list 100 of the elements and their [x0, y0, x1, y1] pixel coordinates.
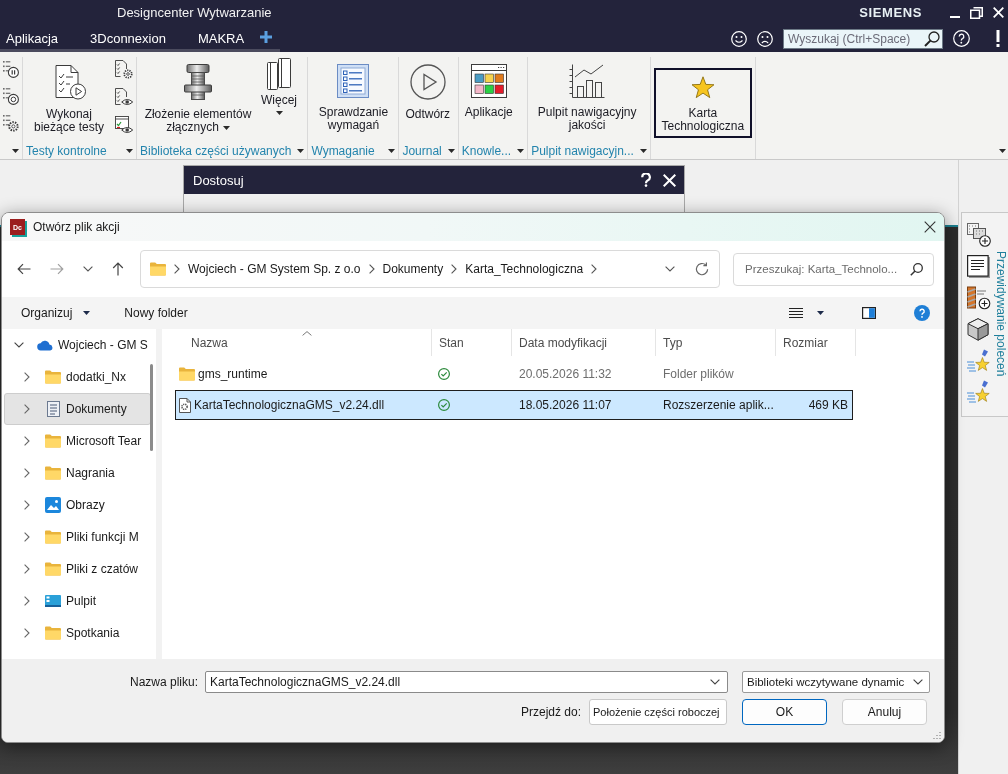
caret-icon[interactable] — [12, 148, 19, 153]
breadcrumb[interactable]: Wojciech - GM System Sp. z o.o — [188, 262, 361, 276]
chevron-right-icon[interactable] — [368, 264, 375, 274]
ribbon-button[interactable]: Aplikacje — [461, 58, 516, 124]
add-tab-icon[interactable] — [260, 31, 273, 43]
list-gear-icon[interactable] — [3, 114, 19, 132]
restore-icon[interactable] — [970, 6, 983, 19]
ribbon-button[interactable]: Wykonaj bieżące testy — [26, 58, 112, 139]
help-icon[interactable] — [641, 173, 651, 187]
caret-icon[interactable] — [817, 311, 824, 315]
chevron-right-icon[interactable] — [24, 596, 30, 606]
caret-icon[interactable] — [388, 148, 396, 153]
text-lines-icon[interactable] — [967, 255, 990, 278]
caret-icon[interactable] — [126, 148, 133, 153]
ribbon-button[interactable]: Złożenie elementów złącznych — [140, 58, 256, 139]
address-bar[interactable]: Wojciech - GM System Sp. z o.o Dokumenty Karta_Technologiczna — [140, 250, 720, 288]
nav-item[interactable]: Obrazy — [4, 489, 151, 521]
document-eye-icon[interactable] — [115, 88, 133, 107]
chevron-right-icon[interactable] — [24, 500, 30, 510]
resize-grip-icon[interactable] — [933, 731, 941, 739]
ribbon-menu-button[interactable]: Więcej — [259, 58, 299, 115]
refresh-icon[interactable] — [695, 262, 709, 276]
file-row[interactable]: KartaTechnologicznaGMS_v2.24.dll 18.05.2026 11:07 Rozszerzenie aplik... 469 KB — [175, 390, 853, 420]
caret-icon[interactable] — [297, 148, 305, 153]
menu-tab[interactable]: 3Dconnexion — [74, 25, 182, 49]
pictures-icon — [45, 497, 61, 513]
folder-icon — [45, 626, 61, 640]
list-view-icon[interactable] — [789, 308, 803, 318]
filename-field[interactable]: KartaTechnologicznaGMS_v2.24.dll — [205, 671, 728, 693]
ribbon-button[interactable]: Pulpit nawigacyjny jakości — [531, 58, 644, 137]
bolt-nut-icon — [183, 64, 213, 100]
smiley-icon[interactable] — [731, 30, 747, 47]
menu-tab[interactable]: MAKRA — [181, 25, 261, 49]
menu-tab[interactable]: Aplikacja — [0, 25, 75, 49]
chevron-right-icon[interactable] — [174, 264, 180, 274]
window-eye-icon[interactable] — [115, 116, 133, 135]
caret-icon[interactable] — [517, 148, 525, 153]
new-folder-button[interactable]: Nowy folder — [117, 306, 195, 320]
nav-item[interactable]: dodatki_Nx — [4, 361, 151, 393]
chevron-down-icon[interactable] — [665, 266, 675, 272]
star-lines-icon[interactable] — [967, 349, 991, 372]
folder-icon — [150, 262, 166, 276]
nav-item[interactable]: Pulpit — [4, 585, 151, 617]
caret-icon[interactable] — [639, 148, 647, 153]
close-icon[interactable] — [924, 221, 936, 233]
scrollbar-thumb[interactable] — [150, 364, 153, 451]
location-dropdown[interactable]: Położenie części roboczej — [589, 699, 727, 725]
nav-item[interactable]: Nagrania — [4, 457, 151, 489]
block-plus-icon[interactable] — [967, 286, 991, 310]
preview-pane-icon[interactable] — [862, 307, 876, 319]
ribbon-button[interactable]: Karta Technologiczna — [653, 68, 752, 138]
back-arrow-icon[interactable] — [17, 263, 31, 275]
document-gear-icon[interactable] — [115, 60, 133, 79]
chevron-right-icon[interactable] — [451, 264, 458, 274]
ribbon-button[interactable]: Sprawdzanie wymagań — [311, 58, 396, 137]
cube-icon[interactable] — [967, 318, 989, 341]
nav-item[interactable]: Pliki funkcji M — [4, 521, 151, 553]
search-field[interactable]: Wyszukaj (Ctrl+Space) — [783, 28, 943, 49]
up-arrow-icon[interactable] — [112, 262, 124, 276]
chevron-down-icon[interactable] — [14, 342, 24, 348]
chevron-right-icon[interactable] — [24, 628, 30, 638]
column-header[interactable]: Data modyfikacji — [512, 329, 656, 356]
chevron-down-icon[interactable] — [83, 266, 93, 272]
file-row[interactable]: gms_runtime 20.05.2026 11:32 Folder plików — [175, 359, 853, 389]
dialog-button[interactable]: Anuluj — [842, 699, 927, 725]
search-icon[interactable] — [910, 262, 923, 276]
file-type-dropdown[interactable]: Biblioteki wczytywane dynamic — [742, 671, 930, 693]
nav-item[interactable]: Dokumenty — [4, 393, 151, 425]
organize-button[interactable]: Organizuj — [14, 306, 98, 320]
ribbon-button[interactable]: Odtwórz — [402, 58, 454, 126]
chevron-right-icon[interactable] — [24, 532, 30, 542]
breadcrumb[interactable]: Karta_Technologiczna — [465, 262, 584, 276]
nav-item[interactable]: Spotkania — [4, 617, 151, 649]
grid-plus-icon[interactable] — [967, 223, 991, 247]
column-header[interactable]: Typ — [656, 329, 776, 356]
breadcrumb[interactable]: Dokumenty — [382, 262, 444, 276]
chevron-right-icon[interactable] — [24, 372, 30, 382]
caret-icon[interactable] — [447, 148, 455, 153]
chevron-right-icon[interactable] — [24, 404, 30, 414]
column-header[interactable]: Stan — [432, 329, 512, 356]
chevron-right-icon[interactable] — [591, 264, 598, 274]
chevron-down-icon[interactable] — [710, 679, 720, 685]
chevron-right-icon[interactable] — [24, 468, 30, 478]
caret-icon[interactable] — [999, 149, 1006, 153]
frown-icon[interactable] — [757, 30, 773, 47]
column-header[interactable]: Nazwa — [162, 329, 432, 356]
nav-item[interactable]: Wojciech - GM S — [4, 329, 151, 361]
dialog-button[interactable]: OK — [742, 699, 827, 725]
list-target-icon[interactable] — [3, 87, 19, 105]
nav-item[interactable]: Pliki z czatów — [4, 553, 151, 585]
help-icon[interactable] — [953, 30, 970, 47]
exclamation-icon[interactable] — [996, 30, 1000, 47]
group-label: Biblioteka części używanych — [140, 143, 292, 158]
star-lines-icon[interactable] — [967, 380, 991, 403]
search-icon[interactable] — [924, 30, 940, 47]
chevron-right-icon[interactable] — [24, 564, 30, 574]
list-pause-icon[interactable] — [3, 60, 19, 78]
nav-item[interactable]: Microsoft Tear — [4, 425, 151, 457]
chevron-right-icon[interactable] — [24, 436, 30, 446]
column-header[interactable]: Rozmiar — [776, 329, 856, 356]
